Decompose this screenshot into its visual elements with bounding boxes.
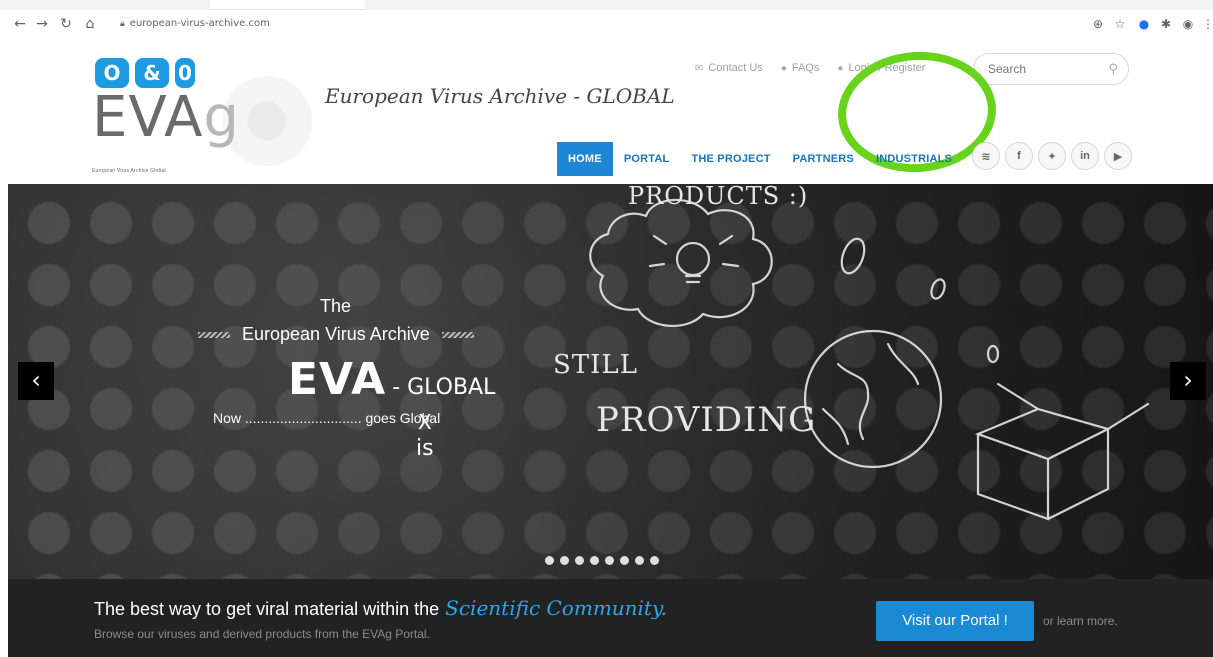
forward-icon[interactable]: →	[34, 16, 50, 32]
logo-word-g: g	[203, 85, 240, 150]
faqs-link[interactable]: ● FAQs	[781, 62, 820, 74]
envelope-icon: ✉	[695, 62, 704, 74]
hero-eva-full: European Virus Archive	[242, 324, 430, 344]
portal-banner: The best way to get viral material withi…	[8, 579, 1213, 657]
contact-link[interactable]: ✉ Contact Us	[695, 62, 763, 74]
tab-strip	[0, 0, 1213, 10]
hero-eva: EVA	[288, 354, 387, 405]
slider-dot[interactable]	[575, 556, 584, 565]
faqs-label: FAQs	[791, 62, 820, 74]
hero-eva-full-row: European Virus Archive	[198, 324, 474, 345]
nav-the-project[interactable]: THE PROJECT	[680, 142, 781, 176]
chalk-products-text: PRODUCTS :)	[628, 184, 809, 210]
site-title: European Virus Archive - GLOBAL	[325, 84, 675, 108]
logo-tile: &	[135, 58, 169, 88]
chat-icon: ●	[780, 62, 787, 74]
learn-more-link[interactable]: or learn more.	[1043, 614, 1118, 628]
site-header: O & 0 EVAg European Virus Archive Global…	[0, 44, 1213, 184]
back-icon[interactable]: ←	[12, 16, 28, 32]
bookmark-star-icon[interactable]: ☆	[1112, 16, 1128, 32]
contact-label: Contact Us	[708, 62, 763, 74]
slider-dot[interactable]	[635, 556, 644, 565]
logo-subtitle: European Virus Archive Global	[92, 168, 166, 174]
logo-tile: 0	[175, 58, 195, 88]
search-box: ⚲	[973, 53, 1129, 85]
logo-word-eva: EVA	[92, 85, 204, 150]
slider-dot[interactable]	[590, 556, 599, 565]
slider-dot[interactable]	[545, 556, 554, 565]
logo-tile: O	[95, 58, 129, 88]
user-icon: ●	[837, 62, 844, 74]
rss-icon[interactable]: ≋	[972, 142, 1000, 170]
login-link[interactable]: ● Login / Register	[837, 62, 925, 74]
search-input[interactable]	[988, 60, 1098, 78]
zoom-icon[interactable]: ⊕	[1090, 16, 1106, 32]
hatch-decoration	[441, 331, 474, 338]
twitter-icon[interactable]: ✦	[1038, 142, 1066, 170]
hero-is-text: is	[416, 436, 434, 461]
extensions-puzzle-icon[interactable]: ✱	[1158, 16, 1174, 32]
reload-icon[interactable]: ↻	[58, 16, 74, 32]
banner-subtext: Browse our viruses and derived products …	[94, 627, 430, 641]
address-bar[interactable]: 🔒︎ european-virus-archive.com	[120, 18, 270, 29]
slider-dot[interactable]	[560, 556, 569, 565]
hero-the: The	[320, 296, 352, 316]
slider-dot[interactable]	[650, 556, 659, 565]
logo-tiles[interactable]: O & 0	[95, 58, 195, 88]
banner-headline-text: The best way to get viral material withi…	[94, 599, 440, 619]
top-links: ✉ Contact Us ● FAQs ● Login / Register	[695, 62, 925, 74]
banner-headline: The best way to get viral material withi…	[94, 596, 667, 620]
browser-chrome: ← → ↻ ⌂ 🔒︎ european-virus-archive.com ⊕ ☆…	[0, 0, 1213, 44]
slider-dot[interactable]	[605, 556, 614, 565]
social-links: ≋ f ✦ in ▶	[972, 142, 1132, 170]
chalk-illustration	[589, 198, 1150, 521]
slider-prev-button[interactable]: ‹	[18, 362, 54, 400]
hero-x-mark: X	[418, 410, 432, 434]
url-text: european-virus-archive.com	[129, 18, 270, 29]
lock-icon: 🔒︎	[120, 19, 125, 29]
hero-now-text: Now .............................. goes …	[213, 410, 441, 426]
slider-dot[interactable]	[620, 556, 629, 565]
hero-global: - GLOBAL	[392, 375, 496, 400]
hero-eva-global: EVA - GLOBAL	[288, 354, 495, 405]
youtube-icon[interactable]: ▶	[1104, 142, 1132, 170]
profile-icon[interactable]: ◉	[1180, 16, 1196, 32]
main-nav: HOME PORTAL THE PROJECT PARTNERS INDUSTR…	[557, 142, 963, 176]
slider-next-button[interactable]: ›	[1170, 362, 1206, 400]
home-icon[interactable]: ⌂	[82, 16, 98, 32]
menu-kebab-icon[interactable]: ⋮	[1200, 16, 1213, 32]
chalk-still-text: STILL	[553, 350, 638, 380]
slider-dots	[545, 556, 659, 565]
linkedin-icon[interactable]: in	[1071, 142, 1099, 170]
chalk-providing-text: PROVIDING	[596, 400, 817, 440]
facebook-icon[interactable]: f	[1005, 142, 1033, 170]
login-label: Login / Register	[848, 62, 926, 74]
extension-icon[interactable]: ●	[1136, 16, 1152, 32]
hatch-decoration	[198, 331, 230, 338]
nav-home[interactable]: HOME	[557, 142, 613, 176]
hero-slider: PRODUCTS :) STILL PROVIDING The European…	[8, 184, 1213, 579]
logo-wordmark[interactable]: EVAg	[92, 88, 240, 148]
visit-portal-button[interactable]: Visit our Portal !	[876, 601, 1034, 641]
nav-portal[interactable]: PORTAL	[613, 142, 681, 176]
active-tab[interactable]	[210, 0, 365, 10]
banner-headline-script: Scientific Community.	[445, 596, 667, 620]
nav-industrials[interactable]: INDUSTRIALS	[865, 142, 963, 176]
search-icon[interactable]: ⚲	[1108, 61, 1118, 77]
nav-partners[interactable]: PARTNERS	[782, 142, 865, 176]
